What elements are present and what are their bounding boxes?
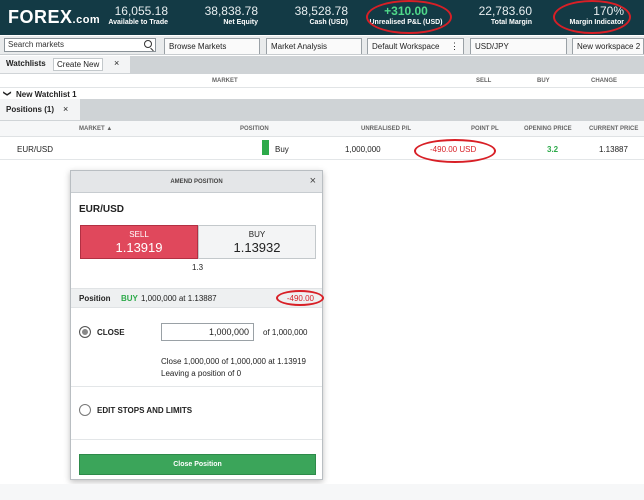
close-quantity-input[interactable]: 1,000,000: [161, 323, 254, 341]
positions-column-headers: MARKET ▲ POSITION UNREALISED P/L POINT P…: [0, 121, 644, 137]
buy-price-button[interactable]: BUY 1.13932: [198, 225, 316, 259]
position-current-price: 1.13887: [599, 145, 628, 154]
sell-price: 1.13919: [115, 240, 163, 255]
col-market-sorted[interactable]: MARKET ▲: [79, 126, 112, 132]
search-input[interactable]: Search markets: [4, 38, 156, 52]
close-radio[interactable]: [79, 326, 91, 338]
divider: [71, 386, 322, 387]
positions-title: Positions (1): [6, 105, 55, 114]
metric-value: 170%: [593, 4, 624, 18]
tab-browse-markets[interactable]: Browse Markets: [164, 38, 260, 54]
position-size: 1,000,000: [345, 145, 381, 154]
watchlist-column-headers: MARKET SELL BUY CHANGE: [0, 74, 644, 88]
buy-direction-indicator: [262, 140, 269, 155]
metric-margin-indicator: 170% Margin Indicator: [562, 4, 624, 26]
search-icon[interactable]: [144, 40, 152, 48]
close-of-total: of 1,000,000: [263, 328, 308, 337]
metric-value: 16,055.18: [114, 4, 168, 18]
col-change[interactable]: CHANGE: [591, 78, 617, 84]
kebab-menu-icon[interactable]: ⋮: [450, 41, 459, 52]
col-point-pl[interactable]: POINT PL: [471, 126, 499, 132]
forex-logo: FOREX.com: [8, 7, 101, 27]
metric-unrealised-pl: +310.00 Unrealised P&L (USD): [368, 4, 444, 26]
amend-position-dialog: AMEND POSITION × EUR/USD SELL 1.13919 BU…: [70, 170, 323, 480]
close-icon[interactable]: ×: [114, 58, 119, 68]
metric-value: +310.00: [384, 4, 428, 18]
metric-net-equity: 38,838.78 Net Equity: [190, 4, 258, 26]
watchlists-header-fill: [130, 56, 644, 74]
chevron-down-icon[interactable]: ❯: [3, 90, 12, 97]
positions-header-fill: [80, 99, 644, 121]
metric-cash: 38,528.78 Cash (USD): [284, 4, 348, 26]
account-summary-bar: FOREX.com 16,055.18 Available to Trade 3…: [0, 0, 644, 35]
metric-label: Available to Trade: [108, 19, 168, 26]
position-point-pl: 3.2: [547, 145, 559, 154]
position-market: EUR/USD: [17, 145, 54, 154]
dialog-market: EUR/USD: [79, 204, 125, 215]
workspace-toolbar: Search markets Browse Markets Market Ana…: [0, 36, 644, 55]
col-position[interactable]: POSITION: [240, 126, 269, 132]
metric-total-margin: 22,783.60 Total Margin: [468, 4, 532, 26]
buy-price: 1.13932: [233, 240, 281, 255]
metric-label: Margin Indicator: [569, 19, 624, 26]
col-opening-price[interactable]: OPENING PRICE: [524, 126, 572, 132]
metric-value: 38,838.78: [204, 4, 258, 18]
metric-label: Total Margin: [490, 19, 532, 26]
col-buy[interactable]: BUY: [537, 78, 550, 84]
edit-stops-radio[interactable]: [79, 404, 91, 416]
position-row[interactable]: EUR/USD Buy 1,000,000 -490.00 USD 3.2 1.…: [0, 138, 644, 160]
tab-new-workspace-2[interactable]: New workspace 2: [572, 38, 644, 54]
position-direction: BUY: [121, 294, 138, 303]
sell-label: SELL: [129, 230, 149, 239]
position-direction: Buy: [275, 145, 289, 154]
position-pl: -490.00: [286, 294, 314, 303]
col-unrealised-pl[interactable]: UNREALISED P/L: [361, 126, 411, 132]
watchlists-title: Watchlists: [6, 59, 46, 68]
position-summary-row: Position BUY 1,000,000 at 1.13887 -490.0…: [71, 288, 322, 308]
spread-value: 1.3: [192, 263, 204, 272]
position-description: 1,000,000 at 1.13887: [141, 294, 217, 303]
create-watchlist-button[interactable]: Create New: [53, 58, 104, 71]
tab-default-workspace[interactable]: Default Workspace ⋮: [367, 38, 464, 54]
col-current-price[interactable]: CURRENT PRICE: [589, 126, 638, 132]
col-sell[interactable]: SELL: [476, 78, 491, 84]
watchlist-group-row[interactable]: ❯ New Watchlist 1: [0, 89, 644, 99]
footer-area: [0, 484, 644, 500]
metric-label: Net Equity: [223, 19, 258, 26]
tab-market-analysis[interactable]: Market Analysis: [266, 38, 362, 54]
buy-label: BUY: [248, 230, 266, 239]
edit-stops-label: EDIT STOPS AND LIMITS: [97, 406, 193, 415]
position-label: Position: [79, 294, 111, 303]
divider: [71, 439, 322, 440]
position-unrealised-pl: -490.00 USD: [430, 145, 477, 154]
sell-price-button[interactable]: SELL 1.13919: [80, 225, 198, 259]
metric-available: 16,055.18 Available to Trade: [104, 4, 168, 26]
close-summary-line: Close 1,000,000 of 1,000,000 at 1.13919: [161, 357, 307, 366]
watchlist-group-name: New Watchlist 1: [16, 90, 77, 99]
metric-value: 38,528.78: [294, 4, 348, 18]
remaining-summary-line: Leaving a position of 0: [161, 369, 242, 378]
metric-value: 22,783.60: [478, 4, 532, 18]
metric-label: Unrealised P&L (USD): [369, 19, 443, 26]
col-market[interactable]: MARKET: [212, 78, 238, 84]
close-icon[interactable]: ×: [63, 104, 68, 114]
close-icon[interactable]: ×: [310, 176, 316, 187]
close-position-button[interactable]: Close Position: [79, 454, 316, 475]
metric-label: Cash (USD): [309, 19, 348, 26]
close-option-label: CLOSE: [97, 328, 125, 337]
tab-usd-jpy[interactable]: USD/JPY: [470, 38, 567, 54]
dialog-title: AMEND POSITION: [71, 171, 322, 193]
